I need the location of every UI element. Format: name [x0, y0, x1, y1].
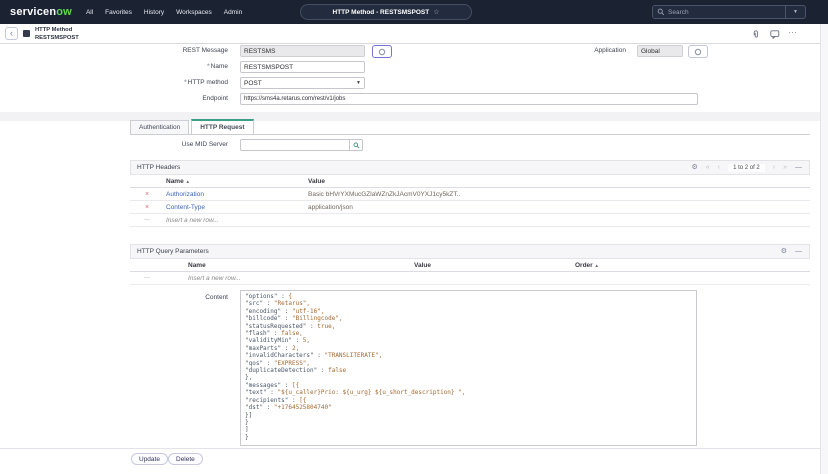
servicenow-logo[interactable]: servicenow	[10, 6, 72, 18]
attachment-icon[interactable]	[752, 30, 761, 39]
rest-message-reference-button[interactable]	[372, 45, 392, 58]
header-value-cell[interactable]: Basic bHVrYXMucGZlaWZnZkJAcmV0YXJ1cy5kZT…	[308, 188, 460, 201]
next-page-icon[interactable]: ›	[773, 164, 775, 171]
endpoint-label: Endpoint	[40, 93, 234, 105]
insert-row[interactable]: — Insert a new row...	[130, 214, 810, 227]
http-method-select[interactable]: POST▼	[240, 77, 365, 89]
column-header-value[interactable]: Value	[308, 175, 325, 188]
nav-item-history[interactable]: History	[144, 9, 164, 16]
record-title: HTTP Method - RESTSMSPOST	[333, 9, 430, 16]
header-name-link[interactable]: Content-Type	[166, 201, 205, 214]
delete-row-icon[interactable]: ×	[130, 201, 164, 214]
collapse-icon[interactable]: —	[795, 164, 802, 171]
name-field[interactable]: RESTSMSPOST	[240, 61, 365, 73]
gear-icon[interactable]: ⚙	[781, 248, 787, 255]
search-icon	[657, 8, 665, 16]
nav-item-favorites[interactable]: Favorites	[105, 9, 132, 16]
delete-row-icon[interactable]: ×	[130, 188, 164, 201]
gear-icon[interactable]: ⚙	[692, 164, 698, 171]
search-icon	[353, 142, 360, 149]
insert-row[interactable]: — Insert a new row...	[130, 272, 810, 285]
first-page-icon[interactable]: «	[706, 164, 710, 171]
rest-message-label: REST Message	[40, 45, 234, 57]
last-page-icon[interactable]: »	[783, 164, 787, 171]
favorite-icon[interactable]: ☆	[433, 8, 439, 16]
http-query-params-title: HTTP Query Parameters	[137, 248, 209, 255]
delete-button[interactable]: Delete	[168, 453, 203, 465]
form-tabs: Authentication HTTP Request	[130, 121, 810, 135]
content-textarea[interactable]: "options" : {"src" : "Retarus","encoding…	[240, 290, 697, 446]
update-button[interactable]: Update	[131, 453, 168, 465]
reference-lookup-icon	[378, 48, 386, 56]
search-placeholder: Search	[668, 9, 689, 16]
http-query-params-section-bar: HTTP Query Parameters ⚙ —	[130, 244, 810, 259]
sort-asc-icon: ▲	[186, 179, 190, 184]
select-caret-icon: ▼	[356, 80, 361, 86]
column-header-value[interactable]: Value	[414, 259, 431, 272]
paging-status: 1 to 2 of 2	[728, 164, 765, 172]
http-method-label: *HTTP method	[40, 77, 234, 89]
sort-asc-icon: ▲	[595, 263, 599, 268]
rest-message-field[interactable]: RESTSMS	[240, 45, 365, 57]
header-name-link[interactable]: Authorization	[166, 188, 204, 201]
back-button[interactable]: ‹	[5, 27, 18, 40]
application-label: Application	[480, 45, 632, 57]
nav-item-workspaces[interactable]: Workspaces	[176, 9, 212, 16]
chevron-down-icon: ▼	[793, 9, 798, 15]
header-value-cell[interactable]: application/json	[308, 201, 353, 214]
endpoint-field[interactable]: https://sms4a.retarus.com/rest/v1/jobs	[240, 93, 698, 105]
application-reference-button[interactable]	[688, 45, 708, 58]
back-icon: ‹	[10, 28, 13, 38]
tab-http-request[interactable]: HTTP Request	[191, 119, 253, 134]
insert-row-label: Insert a new row...	[188, 272, 241, 285]
table-row: × Content-Type application/json	[130, 201, 810, 214]
mid-server-label: Use MID Server	[40, 139, 234, 151]
mid-server-field[interactable]	[240, 139, 363, 151]
scrollbar[interactable]	[820, 24, 828, 474]
name-label: *Name	[40, 61, 234, 73]
main-nav: All Favorites History Workspaces Admin	[86, 9, 242, 16]
application-field[interactable]: Global	[637, 45, 683, 57]
record-title-pill[interactable]: HTTP Method - RESTSMSPOST ☆	[300, 4, 472, 20]
form-header-bar: ‹ HTTP Method RESTSMSPOST ···	[0, 24, 828, 44]
global-search[interactable]: Search ▼	[652, 5, 806, 19]
search-scope-dropdown[interactable]: ▼	[785, 6, 805, 18]
activity-stream-icon[interactable]	[770, 30, 780, 39]
collapse-icon[interactable]: —	[795, 248, 802, 255]
insert-row-label: Insert a new row...	[166, 214, 219, 227]
content-label: Content	[40, 292, 234, 304]
http-headers-section-bar: HTTP Headers ⚙ « ‹ 1 to 2 of 2 › » —	[130, 160, 810, 175]
insert-row-icon: —	[130, 214, 164, 227]
nav-item-all[interactable]: All	[86, 9, 93, 16]
section-divider	[0, 112, 828, 121]
more-options-icon[interactable]: ···	[788, 28, 798, 37]
mid-server-lookup-button[interactable]	[349, 140, 362, 150]
record-header-title: HTTP Method RESTSMSPOST	[35, 27, 79, 43]
footer-divider	[0, 448, 828, 449]
table-row: × Authorization Basic bHVrYXMucGZlaWZnZk…	[130, 188, 810, 201]
reference-lookup-icon	[694, 48, 702, 56]
insert-row-icon: —	[130, 272, 164, 285]
prev-page-icon[interactable]: ‹	[718, 164, 720, 171]
http-headers-column-row: Name ▲ Value	[130, 175, 810, 188]
nav-item-admin[interactable]: Admin	[224, 9, 242, 16]
tab-authentication[interactable]: Authentication	[130, 120, 189, 134]
column-header-name[interactable]: Name	[188, 259, 206, 272]
http-headers-title: HTTP Headers	[137, 164, 180, 171]
http-query-params-column-row: Name Value Order ▲	[130, 259, 810, 272]
column-header-name[interactable]: Name ▲	[166, 175, 190, 188]
context-menu-icon[interactable]	[23, 30, 30, 37]
column-header-order[interactable]: Order ▲	[575, 259, 599, 272]
top-banner: servicenow All Favorites History Workspa…	[0, 0, 828, 24]
